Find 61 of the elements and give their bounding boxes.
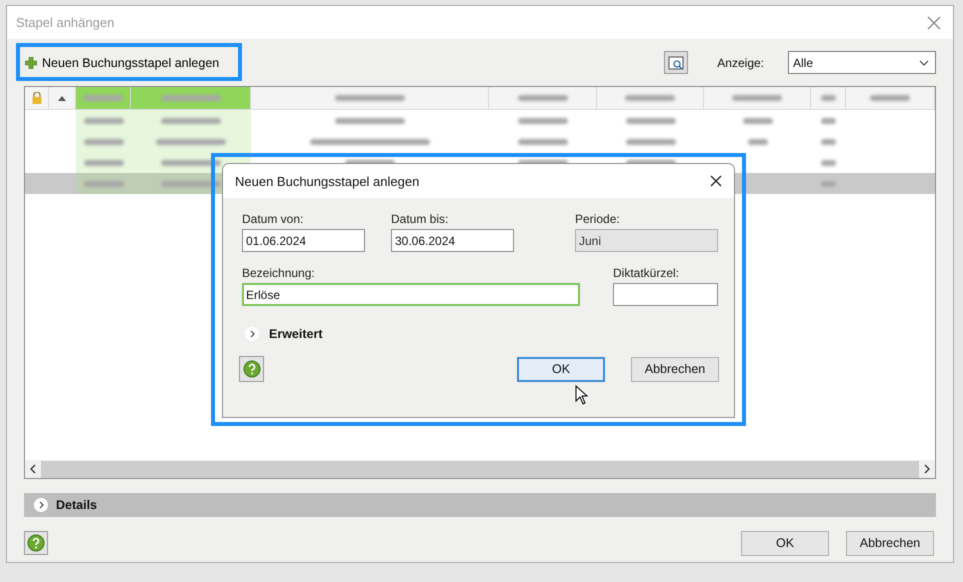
blurred-text bbox=[518, 138, 568, 144]
blurred-text bbox=[156, 138, 226, 144]
dialog-title: Neuen Buchungsstapel anlegen bbox=[235, 174, 420, 188]
blurred-text bbox=[626, 118, 676, 124]
input-field[interactable]: 01.06.2024 bbox=[242, 229, 365, 252]
dialog-button[interactable]: OK bbox=[741, 530, 829, 556]
mouse-pointer-icon bbox=[575, 385, 588, 405]
details-bar[interactable]: Details bbox=[24, 493, 936, 517]
lock-icon bbox=[32, 92, 42, 104]
blurred-text bbox=[161, 160, 221, 166]
blurred-text bbox=[161, 180, 221, 186]
blurred-text bbox=[821, 138, 836, 144]
blurred-text bbox=[821, 180, 836, 186]
advanced-label: Erweitert bbox=[269, 327, 322, 341]
scroll-left-icon[interactable] bbox=[29, 464, 37, 474]
plus-icon bbox=[25, 56, 37, 68]
blurred-text bbox=[160, 95, 220, 101]
field-label: Datum bis: bbox=[391, 212, 450, 226]
blurred-text bbox=[748, 138, 768, 144]
input-field[interactable]: Erlöse bbox=[242, 283, 580, 306]
blurred-text bbox=[84, 118, 124, 124]
blurred-text bbox=[821, 160, 836, 166]
blurred-text bbox=[84, 160, 124, 166]
blurred-text bbox=[742, 118, 772, 124]
blurred-text bbox=[820, 95, 836, 101]
horizontal-scrollbar[interactable] bbox=[25, 460, 935, 478]
blurred-text bbox=[518, 118, 568, 124]
help-button[interactable] bbox=[24, 531, 48, 555]
preview-icon[interactable] bbox=[664, 51, 688, 74]
details-label: Details bbox=[56, 498, 97, 512]
sort-arrow-icon bbox=[58, 96, 66, 100]
blurred-text bbox=[870, 95, 910, 101]
field-label: Periode: bbox=[575, 212, 621, 226]
blurred-text bbox=[161, 118, 221, 124]
display-dropdown[interactable]: Alle bbox=[788, 51, 936, 74]
close-icon[interactable] bbox=[710, 175, 722, 187]
blurred-text bbox=[821, 118, 836, 124]
new-batch-button[interactable]: Neuen Buchungsstapel anlegen bbox=[21, 48, 226, 76]
field-label: Bezeichnung: bbox=[242, 266, 316, 280]
blurred-text bbox=[83, 95, 123, 101]
blurred-text bbox=[84, 180, 124, 186]
field-label: Diktatkürzel: bbox=[613, 266, 680, 280]
blurred-text bbox=[626, 138, 676, 144]
chevron-icon[interactable] bbox=[245, 327, 259, 341]
blurred-text bbox=[732, 95, 782, 101]
blurred-text bbox=[335, 118, 405, 124]
blurred-text bbox=[518, 95, 568, 101]
window-title: Stapel anhängen bbox=[16, 15, 116, 30]
dialog-button[interactable]: Abbrechen bbox=[846, 530, 934, 556]
input-field[interactable] bbox=[613, 283, 718, 306]
chevron-icon[interactable] bbox=[34, 498, 48, 512]
scroll-right-icon[interactable] bbox=[923, 464, 931, 474]
field-label: Datum von: bbox=[242, 212, 304, 226]
dialog-button[interactable]: OK bbox=[517, 356, 605, 382]
display-label: Anzeige: bbox=[717, 56, 764, 70]
dialog-button[interactable]: Abbrechen bbox=[631, 356, 719, 382]
blurred-text bbox=[625, 95, 675, 101]
input-field[interactable]: 30.06.2024 bbox=[391, 229, 514, 252]
blurred-text bbox=[334, 95, 404, 101]
help-button[interactable] bbox=[239, 356, 264, 382]
blurred-text bbox=[84, 138, 124, 144]
